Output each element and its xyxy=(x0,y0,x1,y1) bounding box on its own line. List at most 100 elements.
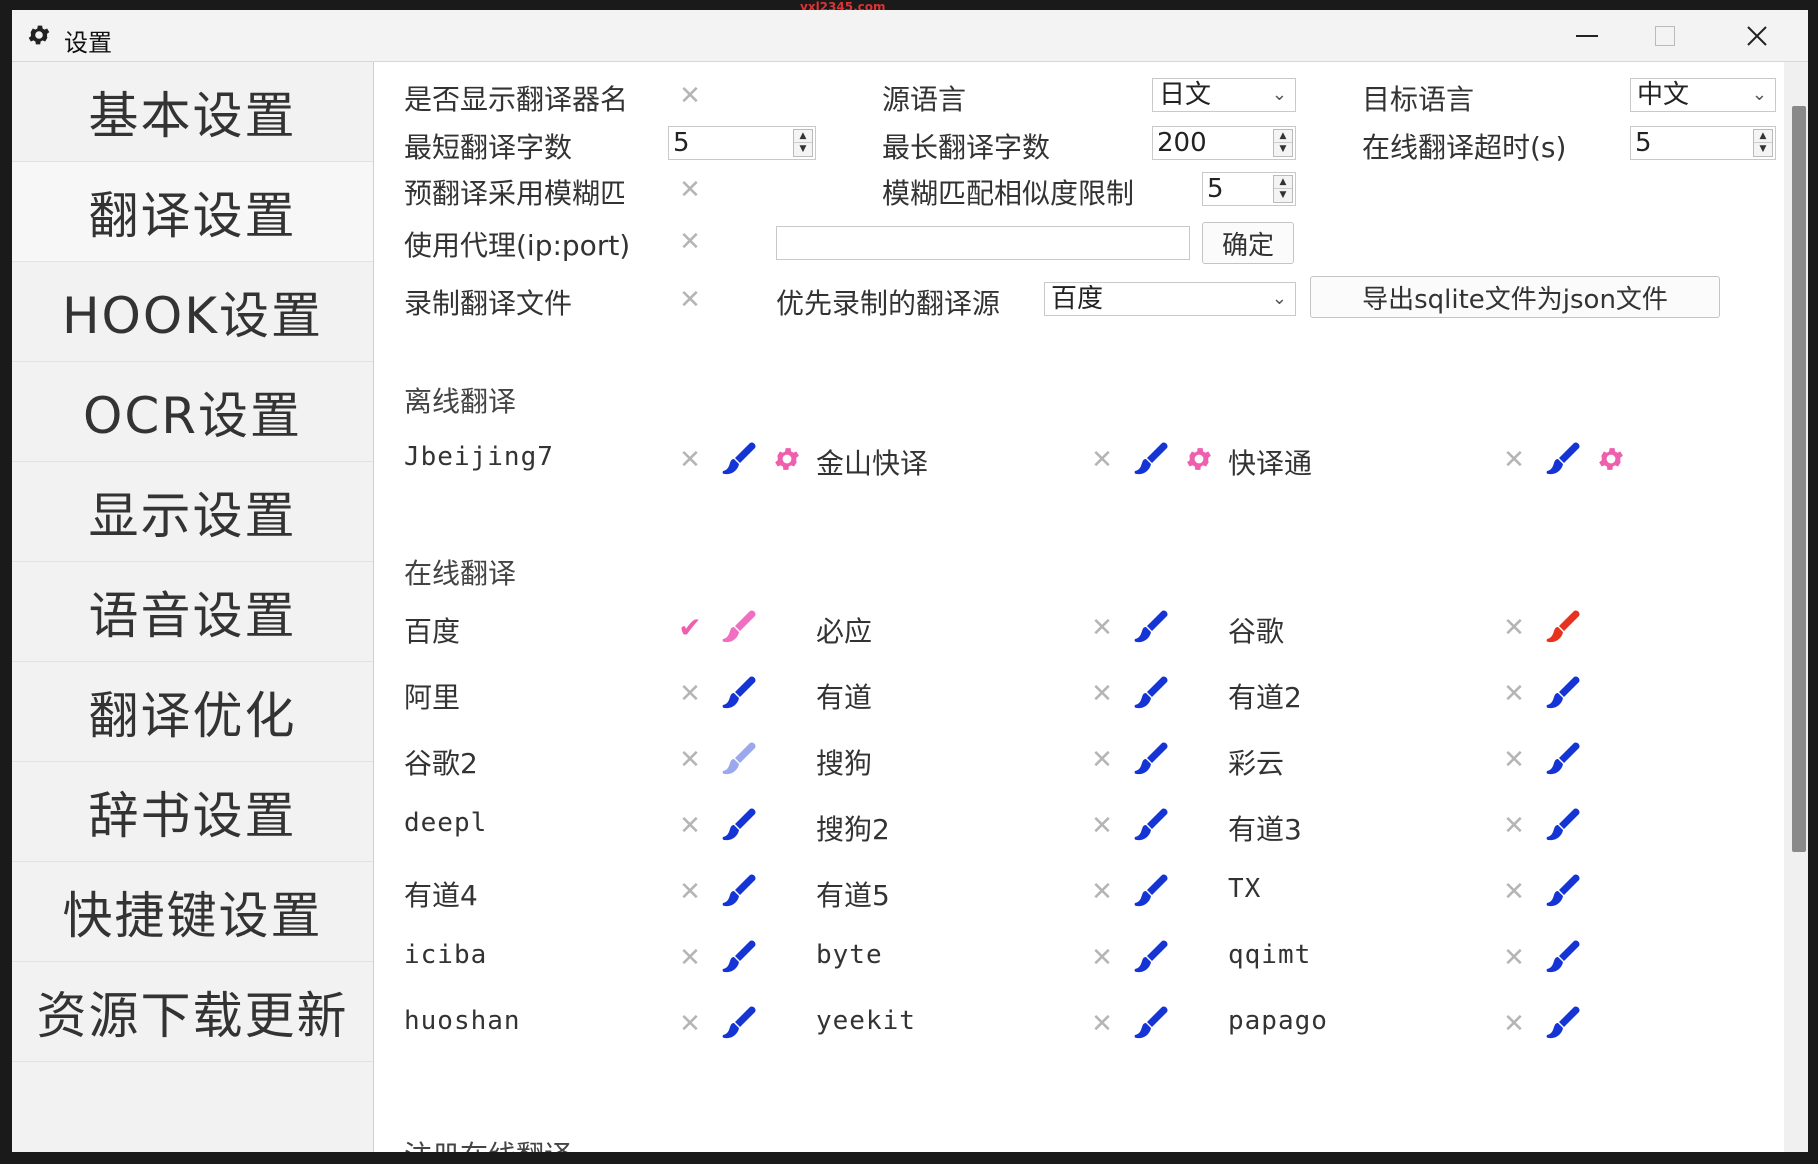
brush-color-icon[interactable] xyxy=(1544,872,1582,910)
target-lang-select[interactable]: 中文 ⌄ xyxy=(1630,78,1776,112)
sidebar-item-optimize[interactable]: 翻译优化 xyxy=(12,662,373,762)
timeout-spinbox[interactable]: 5 ▲ ▼ xyxy=(1630,126,1776,160)
brush-color-icon[interactable] xyxy=(720,938,758,976)
brush-color-icon[interactable] xyxy=(1132,608,1170,646)
source-lang-select[interactable]: 日文 ⌄ xyxy=(1152,78,1296,112)
translator-disabled-x-icon[interactable]: ✕ xyxy=(678,879,702,905)
translator-disabled-x-icon[interactable]: ✕ xyxy=(1502,447,1526,473)
spin-up-icon[interactable]: ▲ xyxy=(1754,130,1772,143)
spin-up-icon[interactable]: ▲ xyxy=(1274,130,1292,143)
translator-disabled-x-icon[interactable]: ✕ xyxy=(678,747,702,773)
maximize-button[interactable] xyxy=(1630,10,1700,62)
record-toggle[interactable]: ✕ xyxy=(678,287,702,313)
settings-gear-icon[interactable] xyxy=(1184,444,1214,474)
spin-down-icon[interactable]: ▼ xyxy=(794,143,812,156)
spin-down-icon[interactable]: ▼ xyxy=(1274,189,1292,202)
spin-buttons[interactable]: ▲ ▼ xyxy=(1273,175,1293,203)
max-chars-spinbox[interactable]: 200 ▲ ▼ xyxy=(1152,126,1296,160)
proxy-input[interactable] xyxy=(776,226,1190,260)
brush-color-icon[interactable] xyxy=(720,608,758,646)
settings-gear-icon[interactable] xyxy=(1596,444,1626,474)
close-button[interactable] xyxy=(1722,10,1792,62)
sidebar-item-ocr[interactable]: OCR设置 xyxy=(12,362,373,462)
brush-color-icon[interactable] xyxy=(1132,1004,1170,1042)
translator-disabled-x-icon[interactable]: ✕ xyxy=(1090,813,1114,839)
fuzzy-match-toggle[interactable]: ✕ xyxy=(678,177,702,203)
spin-down-icon[interactable]: ▼ xyxy=(1274,143,1292,156)
brush-color-icon[interactable] xyxy=(720,872,758,910)
timeout-value: 5 xyxy=(1635,128,1652,158)
min-chars-spinbox[interactable]: 5 ▲ ▼ xyxy=(668,126,816,160)
translator-disabled-x-icon[interactable]: ✕ xyxy=(678,945,702,971)
minimize-button[interactable] xyxy=(1552,10,1622,62)
registered-section-title: 注册在线翻译 xyxy=(404,1134,572,1152)
sidebar-item-hook[interactable]: HOOK设置 xyxy=(12,262,373,362)
sidebar-item-basic[interactable]: 基本设置 xyxy=(12,62,373,162)
brush-color-icon[interactable] xyxy=(1544,806,1582,844)
translator-disabled-x-icon[interactable]: ✕ xyxy=(1090,747,1114,773)
translator-disabled-x-icon[interactable]: ✕ xyxy=(1090,615,1114,641)
sidebar-item-translate[interactable]: 翻译设置 xyxy=(12,162,373,262)
brush-color-icon[interactable] xyxy=(720,674,758,712)
fuzzy-match-label: 预翻译采用模糊匹配 xyxy=(404,177,624,210)
brush-color-icon[interactable] xyxy=(1544,740,1582,778)
translator-label: deepl xyxy=(404,808,488,838)
translator-enabled-check-icon[interactable]: ✔ xyxy=(676,614,704,642)
translator-disabled-x-icon[interactable]: ✕ xyxy=(1502,1011,1526,1037)
brush-color-icon[interactable] xyxy=(720,1004,758,1042)
translator-disabled-x-icon[interactable]: ✕ xyxy=(1502,879,1526,905)
settings-gear-icon[interactable] xyxy=(772,444,802,474)
spin-buttons[interactable]: ▲ ▼ xyxy=(793,129,813,157)
translator-disabled-x-icon[interactable]: ✕ xyxy=(1090,945,1114,971)
sidebar-item-dictionary[interactable]: 辞书设置 xyxy=(12,762,373,862)
brush-color-icon[interactable] xyxy=(1132,806,1170,844)
translator-disabled-x-icon[interactable]: ✕ xyxy=(1090,1011,1114,1037)
spin-down-icon[interactable]: ▼ xyxy=(1754,143,1772,156)
sidebar: 基本设置 翻译设置 HOOK设置 OCR设置 显示设置 语音设置 翻译优化 辞书… xyxy=(12,62,374,1152)
fuzzy-limit-spinbox[interactable]: 5 ▲ ▼ xyxy=(1202,172,1296,206)
brush-color-icon[interactable] xyxy=(1544,440,1582,478)
translator-disabled-x-icon[interactable]: ✕ xyxy=(1502,681,1526,707)
translator-disabled-x-icon[interactable]: ✕ xyxy=(1090,879,1114,905)
translator-disabled-x-icon[interactable]: ✕ xyxy=(1502,615,1526,641)
brush-color-icon[interactable] xyxy=(1132,872,1170,910)
spin-up-icon[interactable]: ▲ xyxy=(1274,176,1292,189)
sidebar-item-display[interactable]: 显示设置 xyxy=(12,462,373,562)
translator-disabled-x-icon[interactable]: ✕ xyxy=(678,447,702,473)
brush-color-icon[interactable] xyxy=(720,740,758,778)
sidebar-item-hotkeys[interactable]: 快捷键设置 xyxy=(12,862,373,962)
proxy-toggle[interactable]: ✕ xyxy=(678,229,702,255)
translator-disabled-x-icon[interactable]: ✕ xyxy=(678,1011,702,1037)
translator-disabled-x-icon[interactable]: ✕ xyxy=(678,813,702,839)
fuzzy-limit-label: 模糊匹配相似度限制 xyxy=(882,177,1135,210)
fuzzy-limit-value: 5 xyxy=(1207,174,1224,204)
brush-color-icon[interactable] xyxy=(1132,674,1170,712)
record-source-select[interactable]: 百度 ⌄ xyxy=(1044,282,1296,316)
brush-color-icon[interactable] xyxy=(1544,1004,1582,1042)
translator-disabled-x-icon[interactable]: ✕ xyxy=(1502,945,1526,971)
sidebar-item-voice[interactable]: 语音设置 xyxy=(12,562,373,662)
brush-color-icon[interactable] xyxy=(1132,938,1170,976)
export-json-button[interactable]: 导出sqlite文件为json文件 xyxy=(1310,276,1720,318)
spin-up-icon[interactable]: ▲ xyxy=(794,130,812,143)
brush-color-icon[interactable] xyxy=(1132,440,1170,478)
brush-color-icon[interactable] xyxy=(1544,608,1582,646)
translator-disabled-x-icon[interactable]: ✕ xyxy=(1090,447,1114,473)
proxy-confirm-button[interactable]: 确定 xyxy=(1202,222,1294,264)
sidebar-item-resources[interactable]: 资源下载更新 xyxy=(12,962,373,1062)
gear-icon xyxy=(28,25,50,45)
translator-disabled-x-icon[interactable]: ✕ xyxy=(1502,813,1526,839)
brush-color-icon[interactable] xyxy=(1544,674,1582,712)
translator-disabled-x-icon[interactable]: ✕ xyxy=(678,681,702,707)
brush-color-icon[interactable] xyxy=(720,806,758,844)
brush-color-icon[interactable] xyxy=(720,440,758,478)
spin-buttons[interactable]: ▲ ▼ xyxy=(1753,129,1773,157)
brush-color-icon[interactable] xyxy=(1544,938,1582,976)
show-translator-name-toggle[interactable]: ✕ xyxy=(678,83,702,109)
brush-color-icon[interactable] xyxy=(1132,740,1170,778)
scrollbar-thumb[interactable] xyxy=(1792,106,1806,852)
translator-disabled-x-icon[interactable]: ✕ xyxy=(1090,681,1114,707)
translator-label: 有道 xyxy=(816,681,873,714)
spin-buttons[interactable]: ▲ ▼ xyxy=(1273,129,1293,157)
translator-disabled-x-icon[interactable]: ✕ xyxy=(1502,747,1526,773)
